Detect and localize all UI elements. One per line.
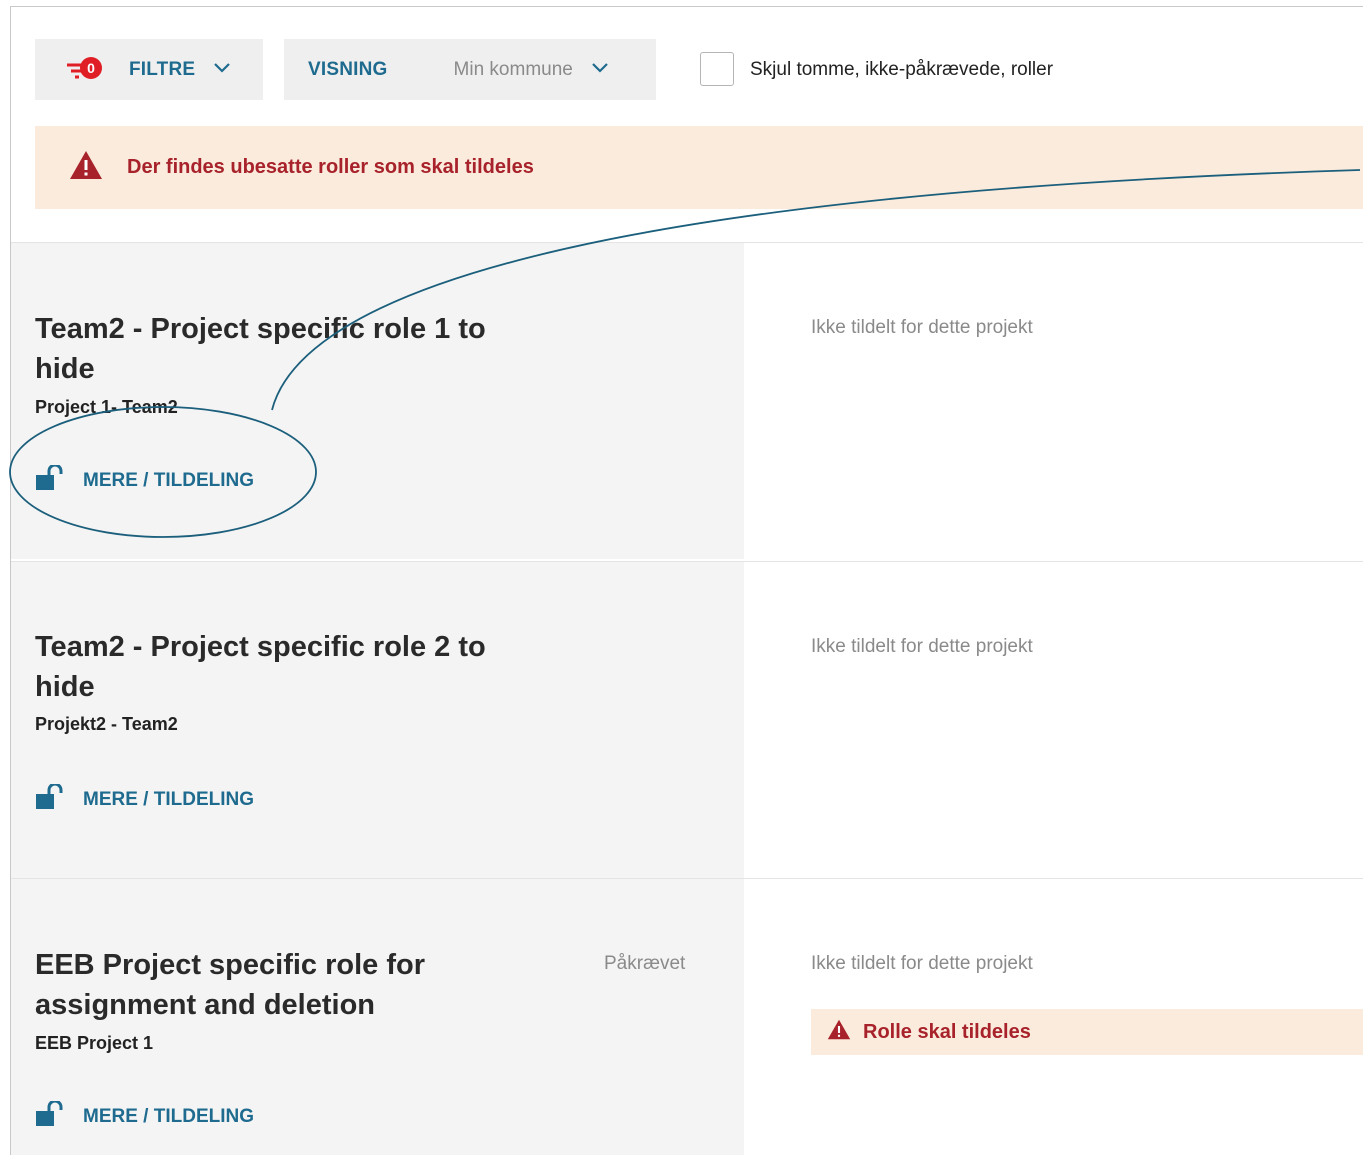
hide-empty-checkbox[interactable] [700,52,734,86]
role-row: Team2 - Project specific role 1 to hide … [11,242,1363,559]
role-title: EEB Project specific role for assignment… [35,949,426,1021]
role-must-be-assigned-alert: Rolle skal tildeles [811,1009,1363,1055]
role-row: EEB Project specific role for assignment… [11,878,1363,1155]
alert-text: Der findes ubesatte roller som skal tild… [127,156,534,178]
more-assignment-link[interactable]: MERE / TILDELING [35,782,254,815]
unlock-icon [35,463,69,496]
view-select[interactable]: VISNING Min kommune [284,39,656,100]
unlock-icon [35,782,69,815]
filter-label: FILTRE [129,58,196,80]
role-project: Project 1- Team2 [35,397,178,417]
view-label: VISNING [308,58,388,80]
warning-icon [827,1019,851,1045]
role-project: Projekt2 - Team2 [35,714,178,734]
filter-count-badge: 0 [80,56,102,79]
chevron-down-icon [213,61,231,79]
role-row: Team2 - Project specific role 2 to hide … [11,561,1363,878]
required-label: Påkrævet [604,953,686,974]
role-project: EEB Project 1 [35,1033,154,1053]
assignment-status: Ikke tildelt for dette projekt [811,953,1033,974]
view-value: Min kommune [453,58,573,80]
chevron-down-icon [591,61,609,79]
assignment-status: Ikke tildelt for dette projekt [811,317,1033,338]
more-assignment-link[interactable]: MERE / TILDELING [35,463,254,496]
filter-button[interactable]: 0 FILTRE [35,39,263,100]
unassigned-roles-alert: Der findes ubesatte roller som skal tild… [35,126,1363,209]
unlock-icon [35,1099,69,1132]
filter-icon: 0 [63,55,103,85]
hide-empty-label[interactable]: Skjul tomme, ikke-påkrævede, roller [750,59,1053,81]
role-title: Team2 - Project specific role 2 to hide [35,631,486,703]
warning-icon [69,150,103,185]
role-title: Team2 - Project specific role 1 to hide [35,313,486,385]
assignment-status: Ikke tildelt for dette projekt [811,636,1033,657]
more-assignment-link[interactable]: MERE / TILDELING [35,1099,254,1132]
